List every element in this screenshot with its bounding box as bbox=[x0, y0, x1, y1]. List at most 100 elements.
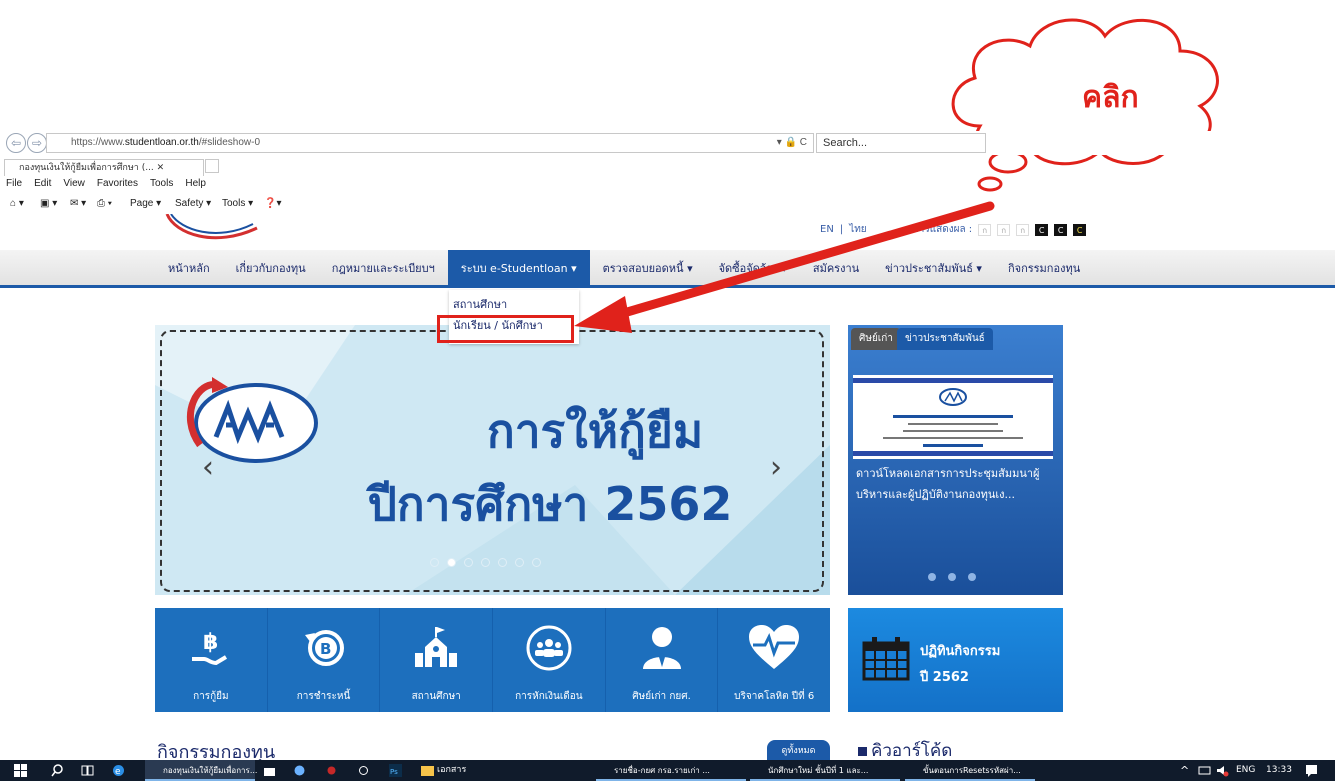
store-icon[interactable] bbox=[263, 764, 276, 777]
nav-check-debt[interactable]: ตรวจสอบยอดหนี้ ▾ bbox=[590, 250, 706, 288]
nav-e-studentloan[interactable]: ระบบ e-Studentloan ▾ bbox=[447, 250, 590, 288]
tray-chevron-icon[interactable]: ^ bbox=[1180, 760, 1189, 781]
app-icon[interactable] bbox=[325, 764, 338, 777]
school-icon bbox=[406, 618, 466, 678]
svg-text:e: e bbox=[115, 767, 121, 777]
home-icon[interactable]: ⌂ ▾ bbox=[10, 198, 24, 209]
task-view-icon[interactable] bbox=[81, 764, 94, 777]
print-icon[interactable]: ⎙ ▾ bbox=[97, 198, 112, 209]
photoshop-icon[interactable]: Ps bbox=[389, 764, 402, 777]
browser-tab[interactable]: กองทุนเงินให้กู้ยืมเพื่อการศึกษา (... ✕ bbox=[4, 159, 204, 176]
menu-bar: File Edit View Favorites Tools Help bbox=[0, 178, 1335, 194]
help-icon[interactable]: ❓▾ bbox=[264, 198, 281, 209]
tile-label: การกู้ยืม bbox=[193, 691, 229, 702]
tile-label: บริจาคโลหิต ปีที่ 6 bbox=[734, 691, 815, 702]
dropdown-item-institution[interactable]: สถานศึกษา bbox=[453, 296, 507, 314]
nav-activities[interactable]: กิจกรรมกองทุน bbox=[995, 250, 1093, 288]
page-menu[interactable]: Page ▾ bbox=[130, 198, 161, 209]
ie-icon[interactable]: e bbox=[112, 764, 125, 777]
tile-salary-deduction[interactable]: การหักเงินเดือน bbox=[493, 608, 606, 712]
lang-th[interactable]: ไทย bbox=[849, 222, 866, 237]
tile-label: การหักเงินเดือน bbox=[515, 691, 583, 702]
highlight-box bbox=[437, 315, 574, 343]
lock-icon[interactable]: ▾ 🔒 C bbox=[777, 134, 807, 152]
slide-focus-outline bbox=[160, 330, 824, 592]
news-image[interactable] bbox=[853, 375, 1053, 459]
svg-text:฿: ฿ bbox=[203, 630, 218, 655]
mail-icon[interactable]: ✉ ▾ bbox=[70, 198, 86, 209]
news-dot[interactable] bbox=[948, 573, 956, 581]
tile-blood-donation[interactable]: บริจาคโลหิต ปีที่ 6 bbox=[718, 608, 830, 712]
display-label: การแสดงผล : bbox=[912, 224, 973, 235]
menu-file[interactable]: File bbox=[6, 178, 22, 194]
url-field[interactable]: https://www.studentloan.or.th/#slideshow… bbox=[46, 133, 814, 153]
lang-separator: | bbox=[839, 224, 844, 235]
language-switcher: EN | ไทย การแสดงผล : ก ก ก C C C bbox=[820, 222, 1087, 237]
font-size-medium[interactable]: ก bbox=[997, 223, 1011, 236]
svg-text:Ps: Ps bbox=[390, 768, 398, 776]
tile-alumni[interactable]: ศิษย์เก่า กยศ. bbox=[606, 608, 719, 712]
safety-menu[interactable]: Safety ▾ bbox=[175, 198, 211, 209]
nav-home[interactable]: หน้าหลัก bbox=[155, 250, 223, 288]
menu-help[interactable]: Help bbox=[185, 178, 206, 194]
people-circle-icon bbox=[519, 618, 579, 678]
taskbar-window-browser[interactable]: กองทุนเงินให้กู้ยืมเพื่อการ... bbox=[145, 760, 257, 781]
baht-refresh-icon: B bbox=[294, 618, 354, 678]
callout-text: คลิก bbox=[1082, 80, 1139, 115]
baht-hand-icon: ฿ bbox=[181, 618, 241, 678]
site-logo[interactable] bbox=[165, 214, 260, 244]
notification-icon[interactable] bbox=[1305, 764, 1318, 777]
nav-news[interactable]: ข่าวประชาสัมพันธ์ ▾ bbox=[872, 250, 995, 288]
calendar-icon bbox=[862, 637, 910, 681]
url-domain: studentloan.or.th bbox=[124, 137, 199, 148]
tile-label: การชำระหนี้ bbox=[296, 691, 351, 702]
clock[interactable]: 13:33 bbox=[1266, 760, 1292, 781]
tab-alumni[interactable]: ศิษย์เก่า bbox=[851, 328, 901, 350]
tile-institution[interactable]: สถานศึกษา bbox=[380, 608, 494, 712]
menu-tools[interactable]: Tools bbox=[150, 178, 173, 194]
folder-icon[interactable] bbox=[421, 764, 434, 777]
app-icon[interactable] bbox=[293, 764, 306, 777]
tab-pr[interactable]: ข่าวประชาสัมพันธ์ bbox=[897, 328, 993, 350]
lang-en[interactable]: EN bbox=[820, 224, 834, 235]
nav-procurement[interactable]: จัดซื้อจัดจ้าง ▾ bbox=[706, 250, 800, 288]
taskbar-window-word-1[interactable]: นักศึกษาใหม่ ชั้นปีที่ 1 และ... bbox=[750, 760, 900, 781]
menu-favorites[interactable]: Favorites bbox=[97, 178, 138, 194]
contrast-yellow[interactable]: C bbox=[1073, 223, 1087, 236]
news-image-logo bbox=[883, 388, 1023, 447]
network-icon[interactable] bbox=[1198, 764, 1211, 777]
menu-view[interactable]: View bbox=[63, 178, 85, 194]
language-indicator[interactable]: ENG bbox=[1236, 760, 1255, 781]
taskbar-window-excel[interactable]: รายชื่อ-กยศ กรอ.รายเก่า ... bbox=[596, 760, 746, 781]
tools-menu[interactable]: Tools ▾ bbox=[222, 198, 253, 209]
service-tiles: ฿ การกู้ยืม B การชำระหนี้ สถานศึกษา การห… bbox=[155, 608, 830, 712]
back-button[interactable]: ⇦ bbox=[6, 133, 26, 153]
font-size-small[interactable]: ก bbox=[978, 223, 992, 236]
font-size-large[interactable]: ก bbox=[1016, 223, 1030, 236]
new-tab-button[interactable] bbox=[205, 159, 219, 173]
search-icon[interactable] bbox=[51, 764, 64, 777]
news-caption[interactable]: ดาวน์โหลดเอกสารการประชุมสัมมนาผู้บริหารแ… bbox=[856, 463, 1061, 505]
app-icon[interactable] bbox=[357, 764, 370, 777]
activity-calendar-title: ปฏิทินกิจกรรม bbox=[920, 644, 1001, 659]
feeds-icon[interactable]: ▣ ▾ bbox=[40, 198, 57, 209]
contrast-dark[interactable]: C bbox=[1054, 223, 1068, 236]
browser-search-input[interactable]: Search... bbox=[816, 133, 986, 153]
nav-about[interactable]: เกี่ยวกับกองทุน bbox=[223, 250, 319, 288]
forward-button[interactable]: ⇨ bbox=[27, 133, 47, 153]
url-prefix: https://www. bbox=[71, 137, 125, 148]
news-panel bbox=[848, 325, 1063, 595]
menu-edit[interactable]: Edit bbox=[34, 178, 51, 194]
nav-jobs[interactable]: สมัครงาน bbox=[800, 250, 872, 288]
see-all-button[interactable]: ดูทั้งหมด bbox=[767, 740, 830, 760]
news-dot[interactable] bbox=[928, 573, 936, 581]
taskbar-window-word-2[interactable]: ขั้นตอนการResetsรหัสผ่า... bbox=[905, 760, 1035, 781]
tile-repayment[interactable]: B การชำระหนี้ bbox=[268, 608, 381, 712]
volume-icon[interactable] bbox=[1216, 764, 1229, 777]
taskbar-window-folder[interactable]: เอกสาร bbox=[437, 760, 466, 781]
nav-laws[interactable]: กฎหมายและระเบียบฯ bbox=[319, 250, 448, 288]
contrast-white[interactable]: C bbox=[1035, 223, 1049, 236]
tile-loan[interactable]: ฿ การกู้ยืม bbox=[155, 608, 268, 712]
windows-start-icon[interactable] bbox=[14, 764, 27, 777]
news-dot[interactable] bbox=[968, 573, 976, 581]
